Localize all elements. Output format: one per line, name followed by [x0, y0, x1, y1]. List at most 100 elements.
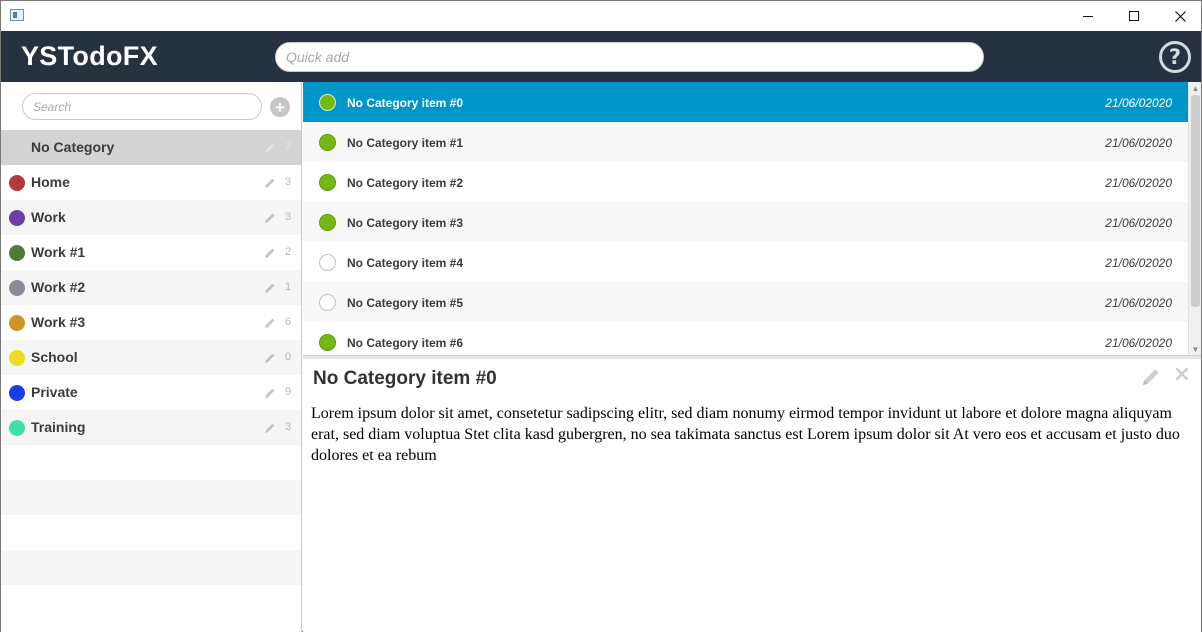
category-item[interactable]: Work 3: [1, 200, 301, 235]
task-done-checkbox[interactable]: [319, 94, 336, 111]
category-color-dot: [9, 315, 25, 331]
task-detail-title: No Category item #0: [313, 368, 497, 389]
task-title: No Category item #6: [347, 336, 464, 350]
task-row[interactable]: No Category item #1 21/06/02020: [303, 122, 1188, 162]
category-label: Work: [31, 209, 66, 225]
edit-category-pencil-icon[interactable]: [264, 141, 276, 153]
category-count: 2: [285, 246, 292, 258]
edit-category-pencil-icon[interactable]: [264, 386, 276, 398]
category-label: Private: [31, 384, 78, 400]
empty-category-row: [1, 550, 301, 585]
category-color-dot: [9, 280, 25, 296]
close-icon: [1174, 10, 1186, 22]
add-category-button[interactable]: +: [270, 97, 290, 117]
task-description: Lorem ipsum dolor sit amet, consetetur s…: [311, 405, 1180, 464]
task-todo-checkbox[interactable]: [319, 294, 336, 311]
task-date: 21/06/02020: [1105, 96, 1172, 110]
task-done-checkbox[interactable]: [319, 174, 336, 191]
scroll-down-arrow-icon[interactable]: ▼: [1189, 343, 1201, 355]
app-header: YSTodoFX ?: [1, 31, 1201, 82]
edit-category-pencil-icon[interactable]: [264, 316, 276, 328]
task-done-checkbox[interactable]: [319, 334, 336, 351]
category-item[interactable]: Private 9: [1, 375, 301, 410]
task-row[interactable]: No Category item #4 21/06/02020: [303, 242, 1188, 282]
category-item[interactable]: Work #2 1: [1, 270, 301, 305]
empty-category-row: [1, 585, 301, 620]
category-label: Work #1: [31, 244, 86, 260]
category-item[interactable]: Work #1 2: [1, 235, 301, 270]
category-count: 6: [285, 316, 292, 328]
scroll-up-arrow-icon[interactable]: ▲: [1189, 82, 1201, 94]
task-row[interactable]: No Category item #3 21/06/02020: [303, 202, 1188, 242]
empty-category-row: [1, 445, 301, 480]
title-bar: [1, 1, 1201, 31]
category-search-input[interactable]: [22, 93, 262, 120]
category-label: Work #2: [31, 279, 86, 295]
category-count: 9: [285, 386, 292, 398]
category-item[interactable]: Work #3 6: [1, 305, 301, 340]
edit-category-pencil-icon[interactable]: [264, 176, 276, 188]
task-list: No Category item #6 21/06/02020 No Categor…: [303, 82, 1201, 355]
maximize-button[interactable]: [1111, 1, 1157, 31]
task-todo-checkbox[interactable]: [319, 254, 336, 271]
category-color-dot: [9, 245, 25, 261]
app-window: YSTodoFX ? + No Category7Home3Work3Work …: [0, 0, 1202, 632]
category-count: 3: [285, 176, 292, 188]
category-label: Training: [31, 419, 86, 435]
category-count: 3: [285, 211, 292, 223]
task-title: No Category item #0: [347, 96, 464, 110]
task-title: No Category item #3: [347, 216, 464, 230]
category-color-dot: [9, 210, 25, 226]
category-color-dot: [9, 420, 25, 436]
task-date: 21/06/02020: [1105, 176, 1172, 190]
task-done-checkbox[interactable]: [319, 214, 336, 231]
category-item[interactable]: School 0: [1, 340, 301, 375]
task-row[interactable]: No Category item #5 21/06/02020: [303, 282, 1188, 322]
task-title: No Category item #4: [347, 256, 464, 270]
category-count: 7: [285, 141, 292, 153]
task-row[interactable]: No Category item #2 21/06/02020: [303, 162, 1188, 202]
edit-task-button[interactable]: [1140, 366, 1162, 388]
category-item[interactable]: No Category 7: [1, 130, 301, 165]
quick-add-input[interactable]: [275, 42, 984, 72]
edit-category-pencil-icon[interactable]: [264, 246, 276, 258]
category-color-dot: [9, 140, 25, 156]
task-row[interactable]: No Category item #6 21/06/02020: [303, 322, 1188, 355]
category-count: 1: [285, 281, 292, 293]
category-count: 3: [285, 421, 292, 433]
help-button[interactable]: ?: [1159, 41, 1191, 73]
task-date: 21/06/02020: [1105, 256, 1172, 270]
category-color-dot: [9, 385, 25, 401]
category-sidebar: + No Category 7 Home 3 Work 3 Work #1 2 Work #2 1…: [1, 82, 302, 632]
empty-category-row: [1, 480, 301, 515]
edit-category-pencil-icon[interactable]: [264, 211, 276, 223]
category-label: Home: [31, 174, 70, 190]
scroll-thumb[interactable]: [1191, 95, 1200, 307]
task-title: No Category item #2: [347, 176, 464, 190]
category-list: No Category 7 Home 3 Work 3 Work #1 2 Work #2 1 Wo…: [1, 130, 301, 620]
task-date: 21/06/02020: [1105, 296, 1172, 310]
category-label: Work #3: [31, 314, 86, 330]
task-date: 21/06/02020: [1105, 336, 1172, 350]
task-date: 21/06/02020: [1105, 136, 1172, 150]
category-color-dot: [9, 175, 25, 191]
category-item[interactable]: Home 3: [1, 165, 301, 200]
delete-task-button[interactable]: ✕: [1171, 363, 1193, 388]
close-button[interactable]: [1157, 1, 1202, 31]
maximize-icon: [1129, 11, 1139, 21]
minimize-button[interactable]: [1065, 1, 1111, 31]
task-row[interactable]: No Category item #0 21/06/02020: [303, 82, 1188, 122]
task-list-scrollbar[interactable]: ▲ ▼: [1188, 82, 1201, 355]
category-item[interactable]: Training 3: [1, 410, 301, 445]
task-done-checkbox[interactable]: [319, 134, 336, 151]
task-detail-panel: No Category item #0 ✕ Lorem ipsum dolor …: [303, 359, 1201, 632]
edit-category-pencil-icon[interactable]: [264, 351, 276, 363]
task-title: No Category item #1: [347, 136, 464, 150]
category-label: No Category: [31, 139, 115, 155]
edit-category-pencil-icon[interactable]: [264, 281, 276, 293]
category-color-dot: [9, 350, 25, 366]
pencil-icon: [1143, 369, 1159, 385]
task-date: 21/06/02020: [1105, 216, 1172, 230]
task-title: No Category item #5: [347, 296, 464, 310]
edit-category-pencil-icon[interactable]: [264, 421, 276, 433]
